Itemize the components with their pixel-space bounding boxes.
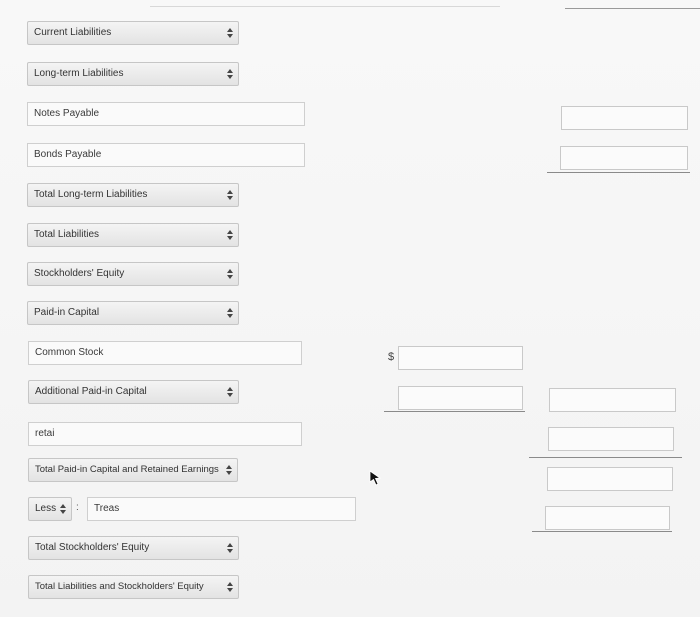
select-arrows-icon [226,465,232,475]
total-paid-in-and-retained-select[interactable]: Total Paid-in Capital and Retained Earni… [28,458,238,482]
common-stock-amount-input[interactable] [398,346,523,370]
subtotal-underline [384,411,525,412]
common-stock-field[interactable]: Common Stock [28,341,302,365]
select-arrows-icon [227,69,233,79]
retained-earnings-text: retai [35,428,55,439]
additional-paid-in-capital-select[interactable]: Additional Paid-in Capital [28,380,239,404]
bonds-payable-text: Bonds Payable [34,149,102,160]
total-liabilities-and-equity-select[interactable]: Total Liabilities and Stockholders' Equi… [28,575,239,599]
common-stock-text: Common Stock [35,347,104,358]
less-label: Less [35,503,57,514]
select-arrows-icon [227,28,233,38]
treasury-stock-amount-input[interactable] [545,506,670,530]
paid-in-capital-total-input[interactable] [549,388,676,412]
top-right-rule [565,8,700,9]
retained-earnings-amount-input[interactable] [548,427,674,451]
select-arrows-icon [227,387,233,397]
treasury-stock-field[interactable]: Treas [87,497,356,521]
select-arrows-icon [227,269,233,279]
paid-in-retained-underline [529,457,682,458]
additional-paid-in-capital-label: Additional Paid-in Capital [35,386,147,397]
total-stockholders-equity-select[interactable]: Total Stockholders' Equity [28,536,239,560]
bonds-payable-amount-input[interactable] [560,146,688,170]
stockholders-equity-select[interactable]: Stockholders' Equity [27,262,239,286]
select-arrows-icon [227,230,233,240]
total-long-term-liabilities-select[interactable]: Total Long-term Liabilities [27,183,239,207]
retained-earnings-field[interactable]: retai [28,422,302,446]
mouse-cursor-icon [369,470,382,486]
notes-payable-field[interactable]: Notes Payable [27,102,305,126]
total-long-term-liabilities-label: Total Long-term Liabilities [34,189,148,200]
less-select[interactable]: Less [28,497,72,521]
select-arrows-icon [227,543,233,553]
current-liabilities-select[interactable]: Current Liabilities [27,21,239,45]
additional-paid-in-capital-amount-input[interactable] [398,386,523,410]
paid-in-capital-label: Paid-in Capital [34,307,100,318]
colon-separator: : [76,502,79,513]
total-liabilities-and-equity-label: Total Liabilities and Stockholders' Equi… [35,581,204,592]
balance-sheet-worksheet: Current Liabilities Long-term Liabilitie… [0,0,700,617]
dollar-sign: $ [388,351,395,363]
long-term-total-underline [547,172,690,173]
top-divider [150,0,500,7]
total-stockholders-equity-label: Total Stockholders' Equity [35,542,150,553]
total-paid-in-retained-amount-input[interactable] [547,467,673,491]
long-term-liabilities-select[interactable]: Long-term Liabilities [27,62,239,86]
long-term-liabilities-label: Long-term Liabilities [34,68,124,79]
paid-in-capital-select[interactable]: Paid-in Capital [27,301,239,325]
total-paid-in-and-retained-label: Total Paid-in Capital and Retained Earni… [35,464,219,475]
total-liabilities-label: Total Liabilities [34,229,100,240]
treasury-stock-text: Treas [94,503,120,514]
notes-payable-text: Notes Payable [34,108,100,119]
stockholders-equity-label: Stockholders' Equity [34,268,125,279]
equity-total-underline [532,531,672,532]
total-liabilities-select[interactable]: Total Liabilities [27,223,239,247]
select-arrows-icon [60,504,66,514]
bonds-payable-field[interactable]: Bonds Payable [27,143,305,167]
select-arrows-icon [227,308,233,318]
current-liabilities-label: Current Liabilities [34,27,112,38]
select-arrows-icon [227,582,233,592]
notes-payable-amount-input[interactable] [561,106,688,130]
select-arrows-icon [227,190,233,200]
